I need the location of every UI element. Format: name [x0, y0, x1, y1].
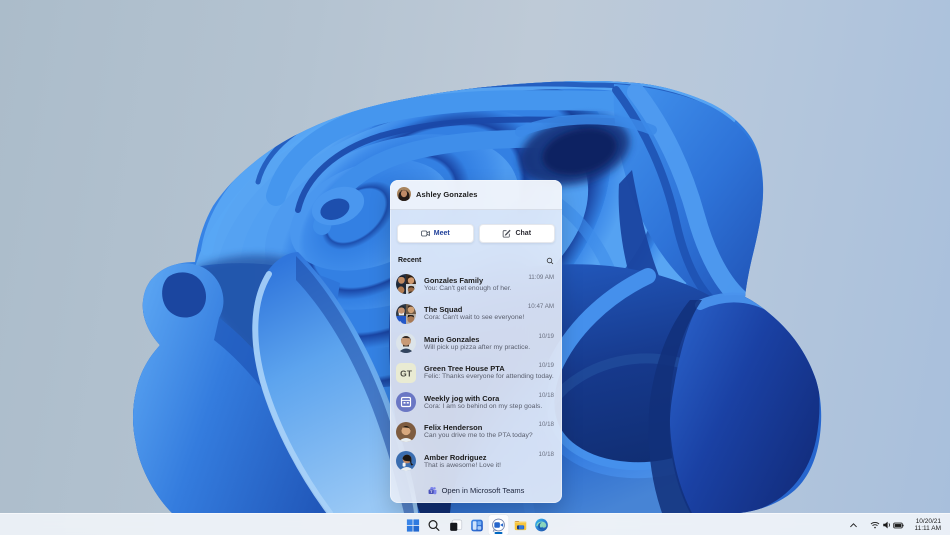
svg-text:GT: GT — [400, 368, 413, 378]
